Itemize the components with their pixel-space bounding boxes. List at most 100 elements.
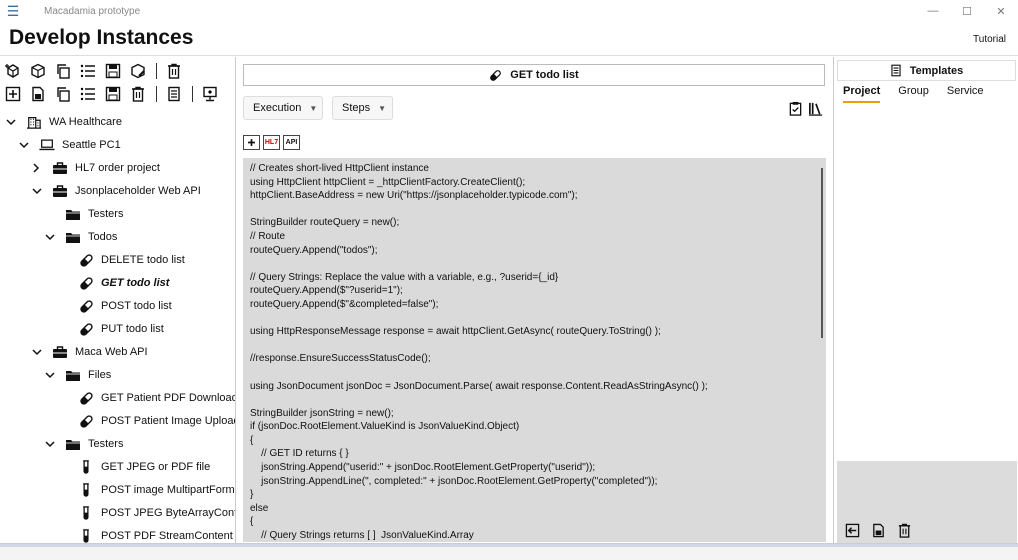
tree-node[interactable]: HL7 order project (32, 157, 160, 179)
monitor-icon[interactable] (201, 85, 219, 103)
chevron-down-icon[interactable] (45, 233, 59, 241)
tree-node-label: POST PDF StreamContent (101, 530, 233, 542)
chevron-down-icon[interactable] (19, 141, 33, 149)
tree-node[interactable]: DELETE todo list (58, 249, 185, 271)
tree-node-label: POST todo list (101, 300, 172, 312)
chevron-down-icon[interactable] (32, 348, 46, 356)
edit-package-icon[interactable] (129, 62, 147, 80)
close-button[interactable]: ✕ (984, 0, 1018, 22)
document-icon[interactable] (165, 85, 183, 103)
templates-actions (843, 521, 921, 539)
templates-footer (837, 461, 1017, 543)
tree-node[interactable]: PUT todo list (58, 318, 164, 340)
tab-service[interactable]: Service (947, 85, 984, 103)
tree-node-label: GET Patient PDF Downloader (101, 392, 236, 404)
save-icon[interactable] (104, 85, 122, 103)
tree-node-label: DELETE todo list (101, 254, 185, 266)
tree-node[interactable]: POST Patient Image Uploader (58, 410, 236, 432)
tutorial-link[interactable]: Tutorial (973, 34, 1006, 45)
delete-icon[interactable] (129, 85, 147, 103)
delete-icon[interactable] (165, 62, 183, 80)
instance-tree-panel: WA Healthcare Seattle PC1 HL7 order projec… (0, 57, 236, 543)
folder-icon (65, 368, 81, 382)
editor-scrollbar[interactable] (821, 168, 823, 338)
briefcase-icon (52, 161, 68, 175)
copy-icon[interactable] (54, 85, 72, 103)
pill-icon (78, 391, 94, 405)
tree-node[interactable]: Testers (45, 203, 123, 225)
template-icon (890, 64, 902, 77)
hamburger-menu-icon[interactable]: ☰ (0, 0, 26, 22)
delete-icon[interactable] (895, 521, 913, 539)
tree-node-label: Seattle PC1 (62, 139, 121, 151)
folder-icon (65, 207, 81, 221)
building-icon (26, 115, 42, 129)
add-step-button[interactable] (243, 135, 260, 150)
copy-icon[interactable] (54, 62, 72, 80)
page-header: Develop Instances Tutorial (0, 22, 1018, 56)
tree-node-label: HL7 order project (75, 162, 160, 174)
clipboard-check-icon[interactable] (786, 99, 804, 117)
tree-node[interactable]: GET JPEG or PDF file (58, 456, 210, 478)
tab-group[interactable]: Group (898, 85, 929, 103)
test-tube-icon (78, 505, 94, 520)
chevron-down-icon[interactable] (32, 187, 46, 195)
format-buttons: HL7 API (243, 135, 303, 150)
tree-node-label: Jsonplaceholder Web API (75, 185, 201, 197)
briefcase-icon (52, 345, 68, 359)
hl7-format-button[interactable]: HL7 (263, 135, 280, 150)
pill-icon (78, 299, 94, 313)
maximize-button[interactable]: ☐ (950, 0, 984, 22)
tree-node-label: Maca Web API (75, 346, 148, 358)
package-icon[interactable] (29, 62, 47, 80)
chevron-right-icon[interactable] (32, 163, 46, 173)
steps-dropdown[interactable]: Steps ▼ (332, 96, 393, 120)
folder-icon (65, 437, 81, 451)
tree-node[interactable]: POST image MultipartFormDa (58, 479, 235, 501)
minimize-button[interactable]: — (916, 0, 950, 22)
tree-node[interactable]: Files (45, 364, 111, 386)
templates-title: Templates (909, 64, 964, 77)
chevron-down-icon[interactable] (6, 118, 20, 126)
test-tube-icon (78, 528, 94, 543)
add-package-icon[interactable] (4, 62, 22, 80)
library-icon[interactable] (806, 99, 824, 117)
new-file-icon[interactable] (869, 521, 887, 539)
toolbar-divider (156, 63, 157, 79)
tree-node[interactable]: WA Healthcare (6, 111, 122, 133)
code-editor[interactable]: // Creates short-lived HttpClient instan… (243, 158, 826, 542)
tree-node-label: POST Patient Image Uploader (101, 415, 236, 427)
tree-node[interactable]: POST todo list (58, 295, 172, 317)
tree-node[interactable]: Seattle PC1 (19, 134, 121, 156)
execution-dropdown[interactable]: Execution ▼ (243, 96, 323, 120)
import-icon[interactable] (843, 521, 861, 539)
tree-node-label: POST JPEG ByteArrayContent (101, 507, 235, 519)
tree-node-label: Todos (88, 231, 118, 243)
add-icon[interactable] (4, 85, 22, 103)
tree-node[interactable]: Jsonplaceholder Web API (32, 180, 201, 202)
chevron-down-icon: ▼ (309, 103, 318, 113)
save-icon[interactable] (104, 62, 122, 80)
tree-node[interactable]: GET Patient PDF Downloader (58, 387, 236, 409)
list-icon[interactable] (79, 85, 97, 103)
templates-panel: Templates Project Group Service (833, 57, 1018, 543)
list-icon[interactable] (79, 62, 97, 80)
api-format-button[interactable]: API (283, 135, 300, 150)
window-title: Macadamia prototype (44, 5, 141, 17)
code-content[interactable]: // Creates short-lived HttpClient instan… (243, 158, 826, 542)
tree-node[interactable]: Todos (45, 226, 117, 248)
test-tube-icon (78, 482, 94, 497)
page-title: Develop Instances (9, 26, 194, 49)
file-icon[interactable] (29, 85, 47, 103)
templates-header: Templates (837, 60, 1016, 81)
toolbar-divider (156, 86, 157, 102)
tree-node[interactable]: Maca Web API (32, 341, 148, 363)
chevron-down-icon[interactable] (45, 440, 59, 448)
briefcase-icon (52, 184, 68, 198)
chevron-down-icon[interactable] (45, 371, 59, 379)
tree-node[interactable]: Testers (45, 433, 123, 455)
tree-node[interactable]: POST PDF StreamContent (58, 525, 233, 543)
tab-project[interactable]: Project (843, 85, 881, 103)
tree-node[interactable]: GET todo list (58, 272, 169, 294)
tree-node[interactable]: POST JPEG ByteArrayContent (58, 502, 235, 524)
